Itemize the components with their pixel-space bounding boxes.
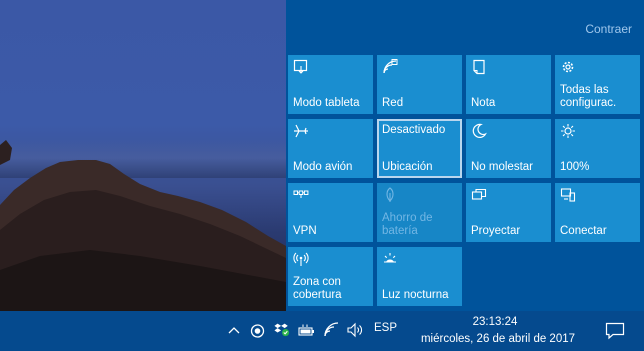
tile-label: Modo tableta — [293, 97, 360, 109]
clock-time[interactable]: 23:13:24 — [440, 316, 550, 328]
tile-label: Ubicación — [382, 161, 433, 173]
tile-location[interactable]: Desactivado Ubicación — [377, 119, 462, 178]
tile-airplane-mode[interactable]: Modo avión — [288, 119, 373, 178]
tile-all-settings[interactable]: Todas las configurac. — [555, 55, 640, 114]
tile-label: 100% — [560, 161, 590, 173]
tile-label: Red — [382, 97, 404, 109]
tile-brightness[interactable]: 100% — [555, 119, 640, 178]
tile-battery-saver[interactable]: Ahorro de batería — [377, 183, 462, 242]
tile-tablet-mode[interactable]: Modo tableta — [288, 55, 373, 114]
collapse-link[interactable]: Contraer — [585, 22, 632, 36]
tile-note[interactable]: Nota — [466, 55, 551, 114]
chevron-up-icon[interactable] — [227, 323, 241, 339]
tile-label: Nota — [471, 97, 496, 109]
tile-label: Proyectar — [471, 225, 521, 237]
airplane-icon — [294, 124, 308, 138]
language-indicator[interactable]: ESP — [374, 322, 397, 334]
tile-label: Luz nocturna — [382, 289, 449, 301]
mobile-hotspot-icon — [293, 252, 309, 266]
tile-connect[interactable]: Conectar — [555, 183, 640, 242]
battery-icon[interactable] — [298, 323, 316, 339]
project-icon — [471, 188, 487, 200]
dropbox-icon[interactable] — [273, 321, 291, 337]
tile-label: VPN — [293, 225, 317, 237]
night-light-icon — [384, 253, 396, 263]
tile-night-light[interactable]: Luz nocturna — [377, 247, 462, 306]
tile-label: No molestar — [471, 161, 533, 173]
action-center-panel: Contraer Modo tableta Red Nota Todas las… — [286, 0, 644, 311]
network-icon — [383, 59, 398, 74]
record-icon[interactable] — [250, 323, 265, 339]
wallpaper-rock-silhouette — [0, 140, 286, 311]
tile-label: Conectar — [560, 225, 607, 237]
tile-mobile-hotspot[interactable]: Zona con cobertura — [288, 247, 373, 306]
action-center-button[interactable] — [593, 311, 637, 351]
desktop-wallpaper — [0, 0, 286, 311]
brightness-icon — [561, 124, 575, 138]
tile-label: Zona con cobertura — [293, 276, 342, 301]
note-icon — [473, 59, 485, 75]
tile-status: Desactivado — [382, 124, 446, 136]
tile-label: Ahorro de batería — [382, 212, 433, 237]
volume-icon[interactable] — [347, 322, 365, 338]
tile-label: Todas las configurac. — [560, 84, 617, 109]
tile-label: Modo avión — [293, 161, 353, 173]
clock-date[interactable]: miércoles, 26 de abril de 2017 — [418, 333, 578, 345]
tablet-mode-icon — [293, 59, 308, 74]
battery-saver-icon — [386, 187, 394, 202]
tile-network[interactable]: Red — [377, 55, 462, 114]
vpn-icon — [293, 190, 309, 198]
wifi-icon[interactable] — [323, 322, 341, 338]
action-center-notification-icon — [605, 322, 625, 340]
connect-icon — [560, 188, 576, 202]
quiet-hours-moon-icon — [472, 123, 487, 138]
settings-gear-icon — [562, 61, 574, 73]
tile-vpn[interactable]: VPN — [288, 183, 373, 242]
tile-project[interactable]: Proyectar — [466, 183, 551, 242]
tile-quiet-hours[interactable]: No molestar — [466, 119, 551, 178]
